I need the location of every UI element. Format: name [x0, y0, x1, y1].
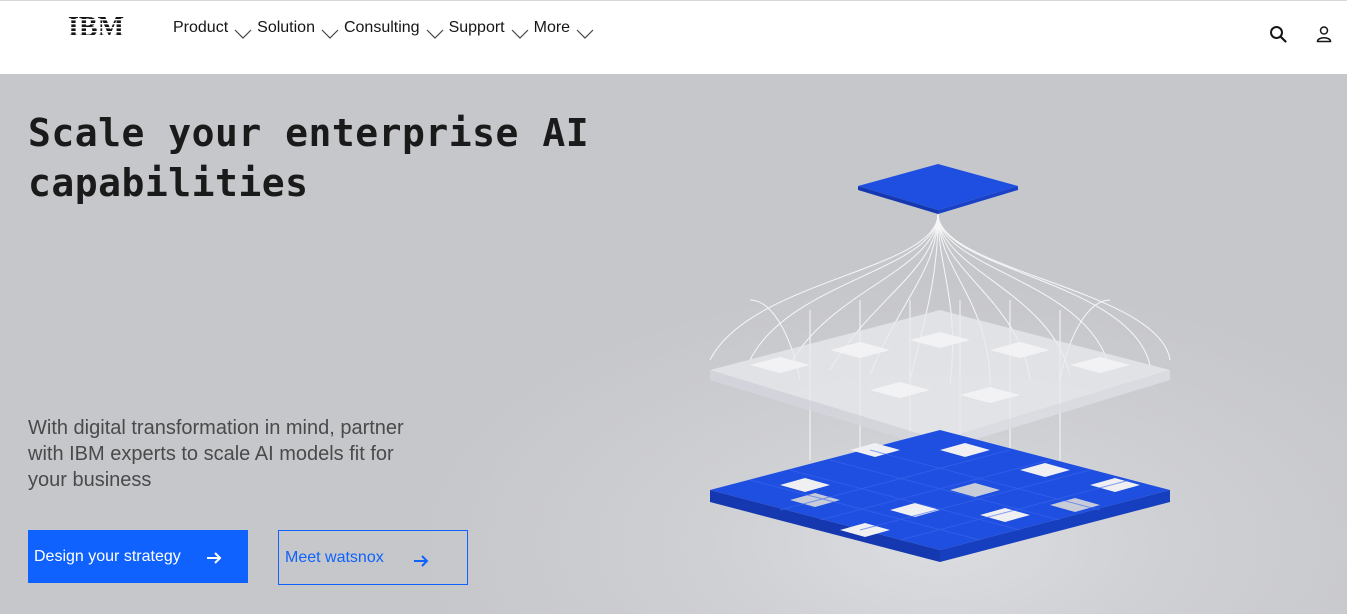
search-button[interactable]	[1267, 23, 1289, 45]
header-actions	[1267, 23, 1335, 45]
arrow-right-icon	[207, 552, 222, 564]
button-label: Meet watsnox	[285, 548, 384, 566]
main-nav: Product Solution Consulting Support More	[173, 19, 594, 39]
design-strategy-button[interactable]: Design your strategy	[28, 530, 248, 583]
ibm-logo[interactable]: IBM	[66, 12, 126, 40]
user-icon	[1316, 26, 1332, 43]
top-navigation-bar: IBM Product Solution Consulting Support …	[0, 0, 1347, 74]
user-button[interactable]	[1313, 23, 1335, 45]
arrow-right-icon	[414, 555, 429, 567]
nav-item-support[interactable]: Support	[449, 19, 529, 39]
nav-label: Support	[448, 19, 505, 36]
nav-label: Solution	[257, 19, 315, 36]
meet-watsnox-button[interactable]: Meet watsnox	[278, 530, 468, 585]
nav-item-product[interactable]: Product	[173, 19, 252, 39]
button-label: Design your strategy	[34, 547, 181, 565]
nav-label: More	[533, 19, 571, 36]
ai-network-cubes-illustration	[709, 164, 1171, 562]
hero-subtext: With digital transformation in mind, par…	[28, 417, 404, 491]
nav-item-consulting[interactable]: Consulting	[344, 19, 444, 39]
chevron-down-icon	[321, 29, 339, 39]
hero-headline: Scale your enterprise AI capabilities	[28, 111, 590, 205]
nav-item-solution[interactable]: Solution	[257, 19, 339, 39]
chevron-down-icon	[511, 29, 529, 39]
chevron-down-icon	[576, 29, 594, 39]
search-icon	[1270, 26, 1287, 43]
nav-item-more[interactable]: More	[534, 19, 594, 39]
chevron-down-icon	[426, 29, 444, 39]
chevron-down-icon	[234, 29, 252, 39]
svg-text:IBM: IBM	[68, 12, 124, 40]
nav-label: Product	[173, 19, 229, 36]
nav-label: Consulting	[343, 19, 420, 36]
